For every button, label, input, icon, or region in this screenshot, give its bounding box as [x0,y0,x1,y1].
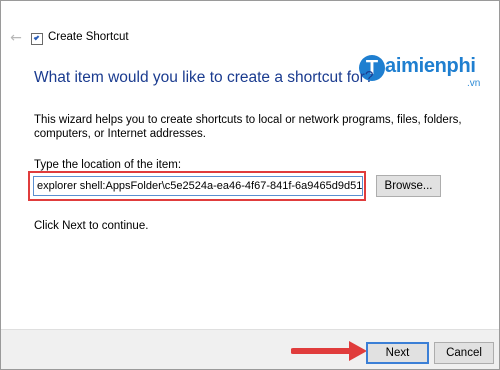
watermark-logo: T aimienphi .vn [359,51,499,93]
browse-button[interactable]: Browse... [376,175,441,197]
title-bar: ← Create Shortcut [1,25,499,51]
location-input[interactable]: explorer shell:AppsFolder\c5e2524a-ea46-… [33,176,363,196]
back-arrow-icon[interactable]: ← [7,29,25,47]
location-label: Type the location of the item: [34,159,182,171]
red-arrow-icon [291,341,367,361]
create-shortcut-window: ← Create Shortcut T aimienphi .vn What i… [0,0,500,370]
next-button[interactable]: Next [366,342,429,364]
cancel-button[interactable]: Cancel [434,342,494,364]
watermark-logo-word: aimienphi [385,55,476,77]
shortcut-icon [31,33,43,45]
wizard-description: This wizard helps you to create shortcut… [34,114,462,140]
continue-instruction: Click Next to continue. [34,220,149,232]
wizard-heading: What item would you like to create a sho… [34,69,374,86]
watermark-logo-domain: .vn [467,78,481,89]
window-title: Create Shortcut [48,31,129,43]
